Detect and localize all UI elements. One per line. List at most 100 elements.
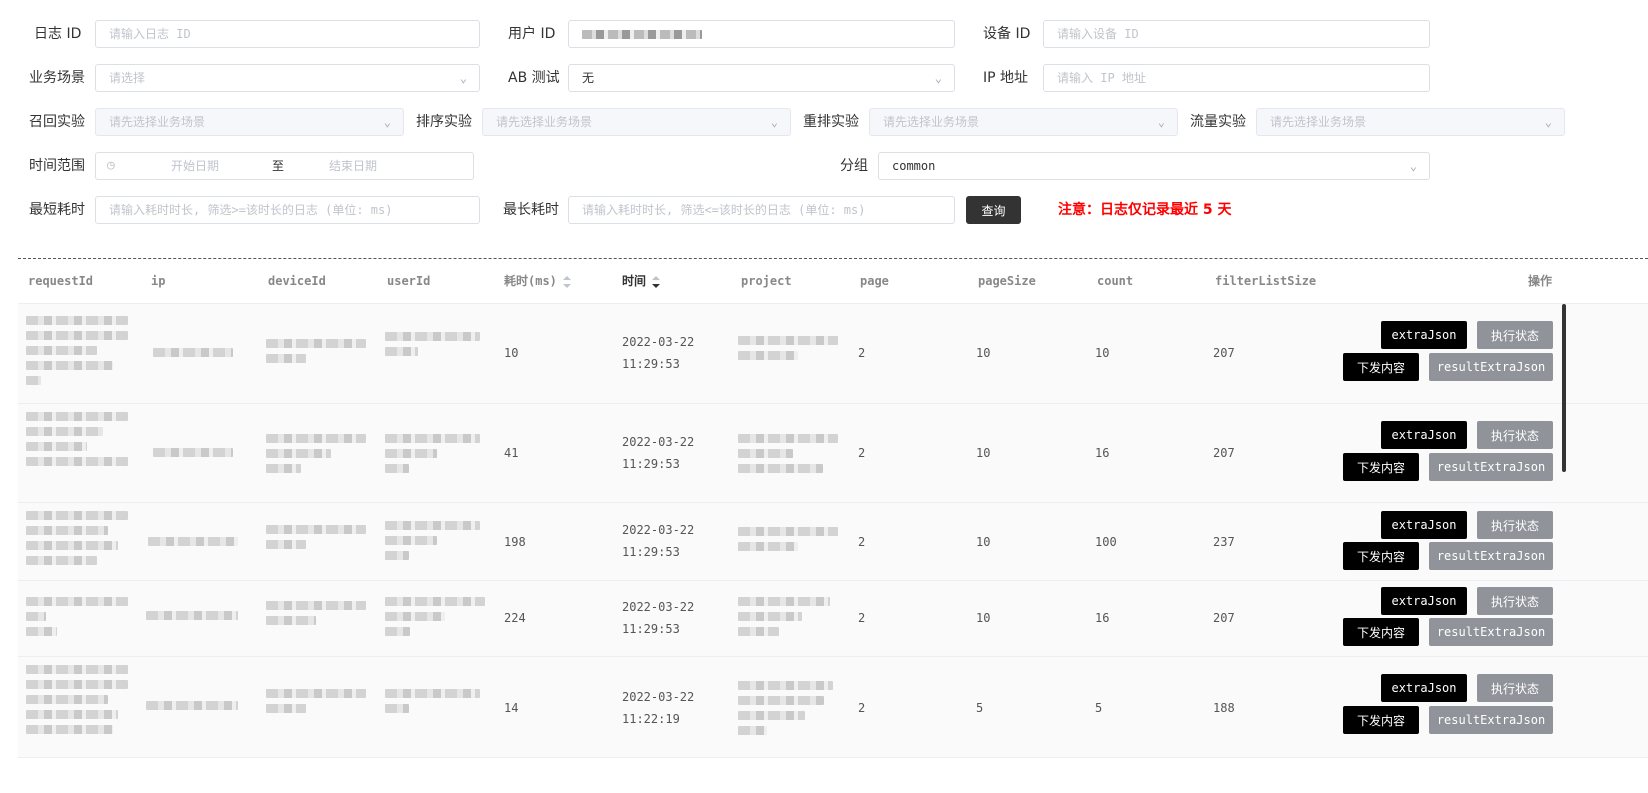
page-cell: 2 — [858, 446, 866, 460]
extra-json-button[interactable]: extraJson — [1381, 674, 1467, 702]
table-scrollbar[interactable] — [1562, 304, 1566, 472]
redacted-request-id — [26, 665, 128, 740]
chevron-down-icon: ⌄ — [770, 115, 778, 129]
col-user-id[interactable]: userId — [387, 259, 430, 303]
time-cell: 2022-03-22 11:29:53 — [622, 335, 695, 371]
issued-content-button[interactable]: 下发内容 — [1343, 453, 1419, 481]
col-device-id[interactable]: deviceId — [268, 259, 326, 303]
user-id-input[interactable] — [568, 20, 955, 48]
page-cell: 2 — [858, 611, 866, 625]
extra-json-button[interactable]: extraJson — [1381, 587, 1467, 615]
traffic-select[interactable]: 请先选择业务场景 ⌄ — [1256, 108, 1565, 136]
filter-list-size-cell: 207 — [1213, 611, 1235, 625]
page-cell: 2 — [858, 535, 866, 549]
issued-content-button[interactable]: 下发内容 — [1343, 353, 1419, 381]
redacted-user-id — [385, 521, 480, 566]
extra-json-button[interactable]: extraJson — [1381, 511, 1467, 539]
col-filter-list-size[interactable]: filterListSize — [1215, 259, 1316, 303]
page-size-cell: 10 — [976, 535, 991, 549]
count-cell: 5 — [1095, 701, 1103, 715]
time-range-label: 时间范围 — [29, 158, 85, 174]
exec-status-button[interactable]: 执行状态 — [1477, 421, 1553, 449]
result-extra-json-button[interactable]: resultExtraJson — [1429, 618, 1553, 646]
table-row: 198 2022-03-22 11:29:53 2 10 100 237 ext… — [18, 503, 1648, 581]
device-id-label: 设备 ID — [983, 26, 1031, 42]
issued-content-button[interactable]: 下发内容 — [1343, 706, 1419, 734]
extra-json-button[interactable]: extraJson — [1381, 321, 1467, 349]
redacted-request-id — [26, 511, 128, 571]
min-cost-input[interactable]: 请输入耗时时长, 筛选>=该时长的日志 (单位: ms) — [95, 196, 480, 224]
redacted-device-id — [266, 434, 366, 479]
filter-list-size-cell: 207 — [1213, 346, 1235, 360]
result-extra-json-button[interactable]: resultExtraJson — [1429, 353, 1553, 381]
col-time[interactable]: 时间 — [622, 259, 661, 303]
extra-json-button[interactable]: extraJson — [1381, 421, 1467, 449]
end-date-input[interactable]: 结束日期 — [329, 153, 377, 179]
redacted-request-id — [26, 316, 128, 391]
redacted-project — [738, 336, 838, 366]
rerank-select[interactable]: 请先选择业务场景 ⌄ — [869, 108, 1178, 136]
redacted-device-id — [266, 339, 366, 369]
group-select[interactable]: common ⌄ — [878, 152, 1430, 180]
result-extra-json-button[interactable]: resultExtraJson — [1429, 542, 1553, 570]
max-cost-input[interactable]: 请输入耗时时长, 筛选<=该时长的日志 (单位: ms) — [568, 196, 955, 224]
page-size-cell: 10 — [976, 611, 991, 625]
redacted-device-id — [266, 601, 366, 631]
table-row: 224 2022-03-22 11:29:53 2 10 16 207 extr… — [18, 581, 1648, 657]
exec-status-button[interactable]: 执行状态 — [1477, 674, 1553, 702]
issued-content-button[interactable]: 下发内容 — [1343, 542, 1419, 570]
table-header: requestId ip deviceId userId 耗时(ms) 时间 p… — [18, 259, 1648, 304]
query-button[interactable]: 查询 — [966, 196, 1021, 224]
filter-list-size-cell: 237 — [1213, 535, 1235, 549]
user-id-label: 用户 ID — [508, 26, 556, 42]
page-size-cell: 10 — [976, 446, 991, 460]
col-count[interactable]: count — [1097, 259, 1133, 303]
redacted-ip — [146, 611, 238, 626]
retention-notice: 注意：日志仅记录最近 5 天 — [1058, 202, 1232, 218]
col-ip[interactable]: ip — [151, 259, 165, 303]
ip-input[interactable]: 请输入 IP 地址 — [1043, 64, 1430, 92]
result-extra-json-button[interactable]: resultExtraJson — [1429, 453, 1553, 481]
filter-list-size-cell: 188 — [1213, 701, 1235, 715]
page-size-cell: 10 — [976, 346, 991, 360]
col-cost[interactable]: 耗时(ms) — [504, 259, 571, 303]
start-date-input[interactable]: 开始日期 — [171, 153, 219, 179]
group-label: 分组 — [840, 158, 868, 174]
chevron-down-icon: ⌄ — [459, 71, 467, 85]
redacted-ip — [153, 348, 233, 363]
chevron-down-icon: ⌄ — [1544, 115, 1552, 129]
date-range-picker[interactable]: ◷ 开始日期 至 结束日期 — [95, 152, 474, 180]
table-row: 10 2022-03-22 11:29:53 2 10 10 207 extra… — [18, 304, 1648, 404]
col-page-size[interactable]: pageSize — [978, 259, 1036, 303]
traffic-label: 流量实验 — [1190, 114, 1246, 130]
redacted-ip — [153, 448, 233, 463]
redacted-project — [738, 434, 838, 479]
col-request-id[interactable]: requestId — [28, 259, 93, 303]
min-cost-label: 最短耗时 — [29, 202, 85, 218]
result-extra-json-button[interactable]: resultExtraJson — [1429, 706, 1553, 734]
chevron-down-icon: ⌄ — [1157, 115, 1165, 129]
redacted-device-id — [266, 525, 366, 555]
redacted-device-id — [266, 689, 366, 719]
sort-caret-icon[interactable] — [562, 275, 571, 288]
scene-select[interactable]: 请选择 ⌄ — [95, 64, 480, 92]
cost-cell: 14 — [504, 701, 519, 715]
ab-test-select[interactable]: 无 ⌄ — [568, 64, 955, 92]
filter-list-size-cell: 207 — [1213, 446, 1235, 460]
issued-content-button[interactable]: 下发内容 — [1343, 618, 1419, 646]
cost-cell: 41 — [504, 446, 519, 460]
col-actions: 操作 — [1528, 274, 1553, 288]
exec-status-button[interactable]: 执行状态 — [1477, 321, 1553, 349]
cost-cell: 224 — [504, 611, 526, 625]
time-cell: 2022-03-22 11:29:53 — [622, 523, 695, 559]
device-id-input[interactable]: 请输入设备 ID — [1043, 20, 1430, 48]
exec-status-button[interactable]: 执行状态 — [1477, 587, 1553, 615]
col-page[interactable]: page — [860, 259, 889, 303]
sort-caret-icon[interactable] — [652, 275, 661, 288]
redacted-user-id — [385, 434, 480, 479]
col-project[interactable]: project — [741, 259, 792, 303]
log-id-input[interactable]: 请输入日志 ID — [95, 20, 480, 48]
exec-status-button[interactable]: 执行状态 — [1477, 511, 1553, 539]
rank-select[interactable]: 请先选择业务场景 ⌄ — [482, 108, 791, 136]
recall-select[interactable]: 请先选择业务场景 ⌄ — [95, 108, 404, 136]
